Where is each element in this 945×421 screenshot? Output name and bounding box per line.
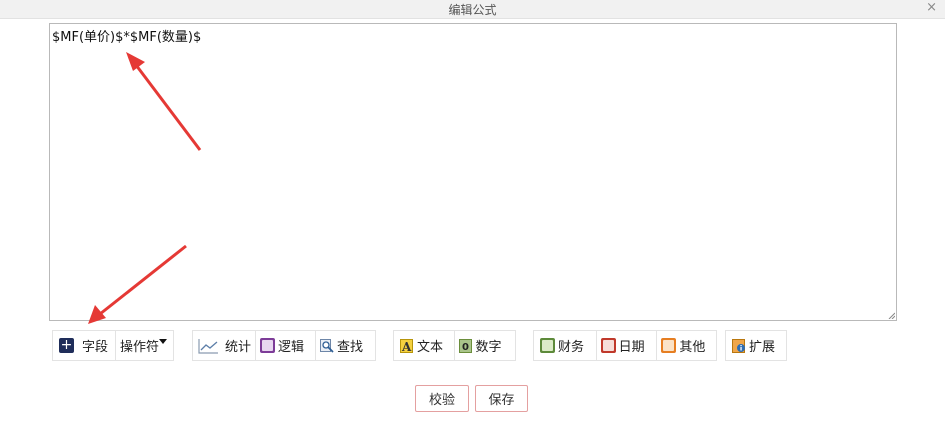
validate-button[interactable]: 校验 — [415, 385, 469, 412]
finance-button[interactable]: 财务 — [534, 331, 596, 360]
operator-label: 操作符 — [120, 340, 160, 355]
resize-grip-icon[interactable] — [888, 312, 895, 319]
svg-text:A: A — [401, 340, 412, 353]
toolbar-group-extend: 扩展 — [725, 330, 787, 361]
stats-label: 统计 — [224, 340, 251, 355]
toolbar-group-finance: 财务 日期 其他 — [533, 330, 717, 361]
dialog-titlebar: 编辑公式 × — [0, 0, 945, 19]
close-icon[interactable]: × — [926, 0, 937, 15]
formula-editor[interactable]: $MF(单价)$*$MF(数量)$ — [49, 23, 897, 321]
green-book-icon — [540, 338, 555, 353]
other-label: 其他 — [679, 340, 706, 355]
logic-label: 逻辑 — [278, 340, 305, 355]
extend-button[interactable]: 扩展 — [726, 331, 786, 360]
stats-button[interactable]: 统计 — [193, 331, 255, 360]
svg-text:0: 0 — [462, 342, 469, 353]
dialog-title: 编辑公式 — [448, 3, 497, 17]
calendar-book-icon — [600, 338, 616, 353]
purple-book-icon — [260, 338, 275, 353]
toolbar-group-field: + 字段 操作符 — [52, 330, 174, 361]
text-button[interactable]: A 文本 — [394, 331, 454, 360]
field-label: 字段 — [82, 340, 109, 355]
line-chart-icon — [198, 338, 218, 354]
other-button[interactable]: 其他 — [656, 331, 716, 360]
field-button[interactable]: + 字段 — [53, 331, 115, 360]
toolbar-group-text: A 文本 0 数字 — [393, 330, 516, 361]
extend-label: 扩展 — [749, 340, 776, 355]
number-label: 数字 — [475, 340, 502, 355]
lookup-label: 查找 — [337, 340, 364, 355]
caret-down-icon — [159, 339, 168, 344]
number-button[interactable]: 0 数字 — [453, 331, 515, 360]
lookup-button[interactable]: 查找 — [315, 331, 375, 360]
formula-text[interactable]: $MF(单价)$*$MF(数量)$ — [52, 26, 201, 45]
operator-dropdown[interactable]: 操作符 — [115, 331, 173, 360]
logic-button[interactable]: 逻辑 — [255, 331, 315, 360]
plus-square-icon: + — [59, 337, 74, 353]
date-label: 日期 — [618, 340, 645, 355]
text-a-icon: A — [400, 338, 413, 353]
date-button[interactable]: 日期 — [595, 331, 657, 360]
magnifier-icon — [320, 338, 334, 353]
toolbar-group-stats: 统计 逻辑 查找 — [192, 330, 376, 361]
number-icon: 0 — [458, 338, 472, 353]
save-button[interactable]: 保存 — [475, 385, 528, 412]
finance-label: 财务 — [558, 340, 585, 355]
orange-book-icon — [661, 338, 677, 353]
info-book-icon — [732, 338, 745, 353]
text-label: 文本 — [417, 340, 444, 355]
